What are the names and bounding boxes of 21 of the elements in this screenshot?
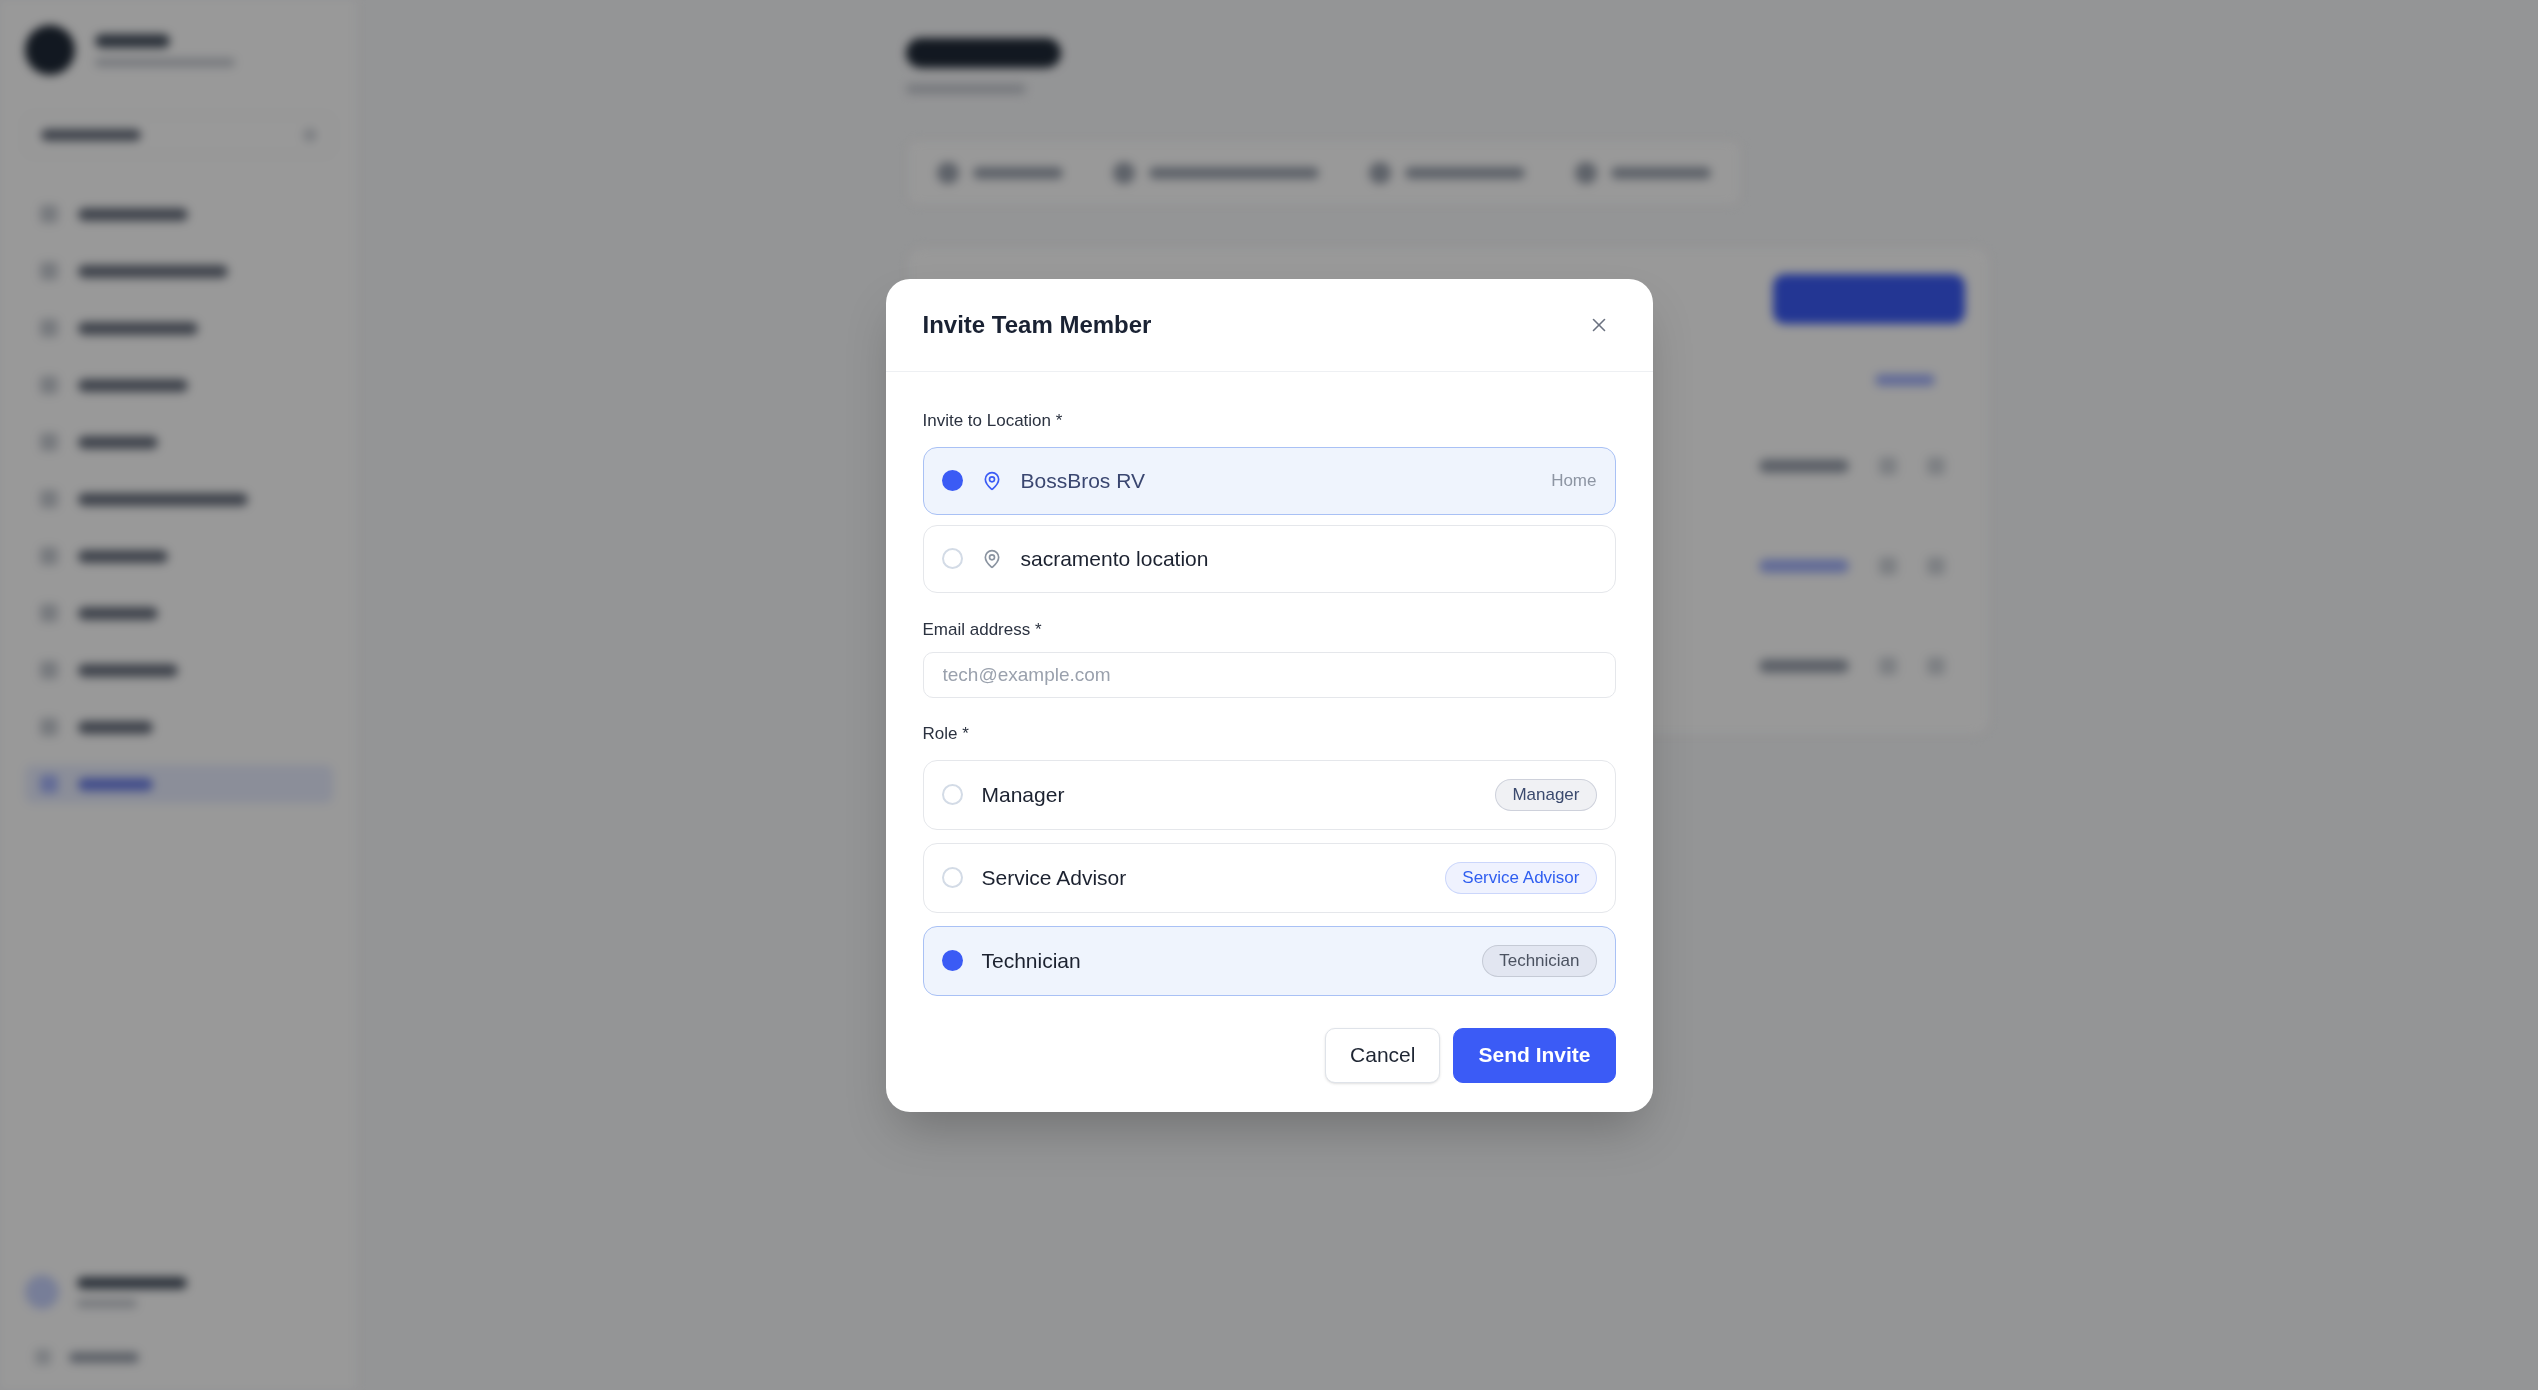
- cancel-button[interactable]: Cancel: [1325, 1027, 1441, 1083]
- role-badge: Technician: [1482, 944, 1597, 977]
- field-label: Invite to Location *: [922, 410, 1064, 431]
- dialog-title: Invite Team Member: [922, 309, 1152, 340]
- location-option[interactable]: sacramento location: [922, 524, 1616, 593]
- role-option[interactable]: Service Advisor Service Advisor: [922, 842, 1616, 913]
- send-invite-button[interactable]: Send Invite: [1453, 1027, 1616, 1083]
- role-option[interactable]: Technician Technician: [922, 925, 1616, 996]
- role-name: Manager: [981, 781, 1065, 808]
- role-name: Technician: [981, 947, 1081, 974]
- role-name: Service Advisor: [981, 864, 1127, 891]
- role-option[interactable]: Manager Manager: [922, 759, 1616, 830]
- location-name: BossBros RV: [1020, 467, 1145, 494]
- role-badge: Service Advisor: [1445, 861, 1597, 894]
- field-label: Role *: [922, 723, 970, 744]
- role-badge: Manager: [1495, 778, 1597, 811]
- location-tag: Home: [1551, 467, 1597, 494]
- location-name: sacramento location: [1020, 545, 1209, 572]
- email-input[interactable]: tech@example.com: [922, 651, 1616, 698]
- location-option[interactable]: BossBros RV Home: [922, 446, 1616, 515]
- field-label: Email address *: [922, 619, 1043, 640]
